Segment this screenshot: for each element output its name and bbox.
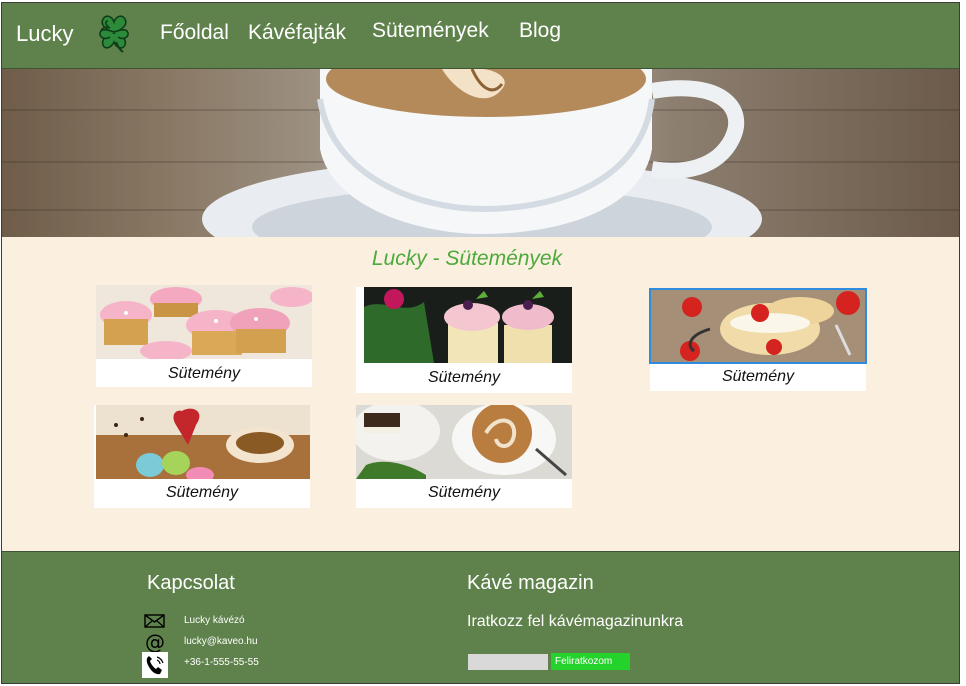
pastry-card[interactable]: Sütemény	[649, 288, 867, 391]
clover-icon[interactable]	[94, 12, 134, 54]
pastry-image[interactable]	[356, 405, 572, 479]
pastry-card[interactable]: Sütemény	[94, 405, 310, 508]
pastry-card[interactable]: Sütemény	[356, 405, 572, 508]
coffee-cup-illustration	[202, 69, 762, 237]
pastry-card[interactable]: Sütemény	[356, 287, 572, 393]
nav-blog[interactable]: Blog	[519, 19, 561, 43]
contact-heading: Kapcsolat	[147, 572, 235, 594]
hero-image	[2, 69, 959, 237]
pastry-card-label: Sütemény	[427, 484, 501, 501]
page-title: Lucky - Sütemények	[371, 247, 563, 270]
pastry-image[interactable]	[96, 285, 312, 359]
header: Lucky Főoldal Kávéfajták Sütemények Blog	[2, 3, 959, 69]
contact-email[interactable]: lucky@kaveo.hu	[184, 636, 258, 647]
pastry-image[interactable]	[96, 405, 310, 479]
contact-phone[interactable]: +36-1-555-55-55	[184, 657, 259, 668]
contact-name: Lucky kávézó	[184, 615, 245, 626]
phone-icon	[142, 652, 168, 678]
page-frame: Lucky Főoldal Kávéfajták Sütemények Blog	[1, 2, 960, 684]
subscribe-button[interactable]: Feliratkozom	[551, 653, 630, 670]
pastry-card[interactable]: Sütemény	[96, 285, 312, 387]
pastry-card-label: Sütemény	[167, 365, 241, 382]
nav-coffee-types[interactable]: Kávéfajták	[248, 21, 346, 45]
subscribe-text: Iratkozz fel kávémagazinunkra	[467, 613, 684, 630]
pastry-image[interactable]	[364, 287, 572, 363]
nav-home[interactable]: Főoldal	[160, 21, 229, 45]
at-icon: @	[145, 631, 165, 653]
pastry-card-label: Sütemény	[427, 369, 501, 386]
brand-name[interactable]: Lucky	[16, 21, 73, 47]
magazine-heading: Kávé magazin	[467, 572, 594, 594]
main-content: Lucky - Sütemények Sütemény Sütemény Süt…	[2, 237, 959, 551]
svg-text:@: @	[145, 631, 165, 653]
mail-icon	[144, 614, 165, 628]
nav-pastries[interactable]: Sütemények	[372, 19, 489, 43]
newsletter-email-input[interactable]	[468, 654, 548, 670]
pastry-image[interactable]	[649, 288, 867, 364]
footer: Kapcsolat Lucky kávézó @ lucky@kaveo.hu …	[2, 551, 959, 683]
pastry-card-label: Sütemény	[165, 484, 239, 501]
pastry-card-label: Sütemény	[721, 368, 795, 385]
